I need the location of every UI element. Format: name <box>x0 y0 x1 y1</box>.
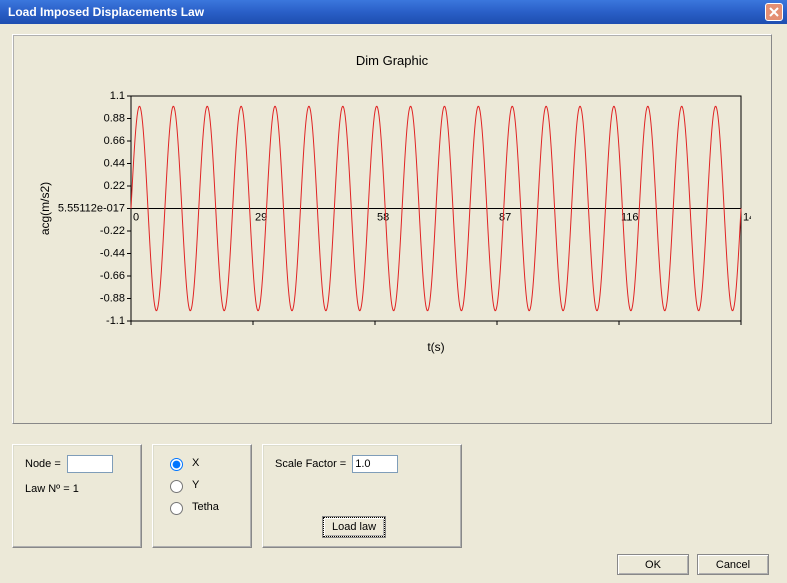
node-label: Node = <box>25 458 61 470</box>
close-icon <box>769 7 779 17</box>
node-input[interactable] <box>67 455 113 473</box>
svg-text:116: 116 <box>621 212 639 224</box>
node-panel: Node = Law Nº = 1 <box>12 444 142 548</box>
scale-label: Scale Factor = <box>275 458 346 470</box>
radio-tetha[interactable] <box>170 502 183 515</box>
radio-x[interactable] <box>170 458 183 471</box>
svg-text:1.1: 1.1 <box>110 90 125 102</box>
svg-text:0.88: 0.88 <box>104 113 125 125</box>
radio-y[interactable] <box>170 480 183 493</box>
svg-text:87: 87 <box>499 212 511 224</box>
window-title: Load Imposed Displacements Law <box>8 5 765 19</box>
svg-text:-1.1: -1.1 <box>106 315 125 327</box>
radio-x-label: X <box>192 457 199 469</box>
radio-y-label: Y <box>192 479 199 491</box>
svg-text:-0.66: -0.66 <box>100 270 125 282</box>
svg-text:0: 0 <box>133 212 139 224</box>
svg-text:-0.44: -0.44 <box>100 248 125 260</box>
radio-tetha-label: Tetha <box>192 501 219 513</box>
chart-frame: Dim Graphic -1.1 -0.88 -0.66 -0.44 -0.22 5.55… <box>12 34 772 424</box>
dialog-body: Dim Graphic -1.1 -0.88 -0.66 -0.44 -0.22 5.55… <box>0 24 787 558</box>
svg-text:0.44: 0.44 <box>104 158 125 170</box>
svg-text:5.55112e-017: 5.55112e-017 <box>58 203 125 215</box>
scale-panel: Scale Factor = Load law <box>262 444 462 548</box>
load-law-button[interactable]: Load law <box>323 517 385 537</box>
ok-button[interactable]: OK <box>617 554 689 575</box>
chart-title: Dim Graphic <box>31 53 753 68</box>
svg-text:58: 58 <box>377 212 389 224</box>
law-number-label: Law Nº = 1 <box>25 483 79 495</box>
svg-text:145: 145 <box>743 212 751 224</box>
svg-text:-0.22: -0.22 <box>100 225 125 237</box>
close-button[interactable] <box>765 3 783 21</box>
svg-text:0.66: 0.66 <box>104 135 125 147</box>
cancel-button[interactable]: Cancel <box>697 554 769 575</box>
svg-text:acg(m/s2): acg(m/s2) <box>38 182 52 235</box>
chart-plot: -1.1 -0.88 -0.66 -0.44 -0.22 5.55112e-017 0.22… <box>31 76 751 396</box>
svg-text:t(s): t(s) <box>427 340 444 354</box>
dialog-buttons: OK Cancel <box>617 554 769 575</box>
axis-panel: X Y Tetha <box>152 444 252 548</box>
svg-text:0.22: 0.22 <box>104 180 125 192</box>
scale-input[interactable] <box>352 455 398 473</box>
svg-text:-0.88: -0.88 <box>100 293 125 305</box>
titlebar: Load Imposed Displacements Law <box>0 0 787 24</box>
controls-row: Node = Law Nº = 1 X Y Tetha Scal <box>12 444 775 548</box>
